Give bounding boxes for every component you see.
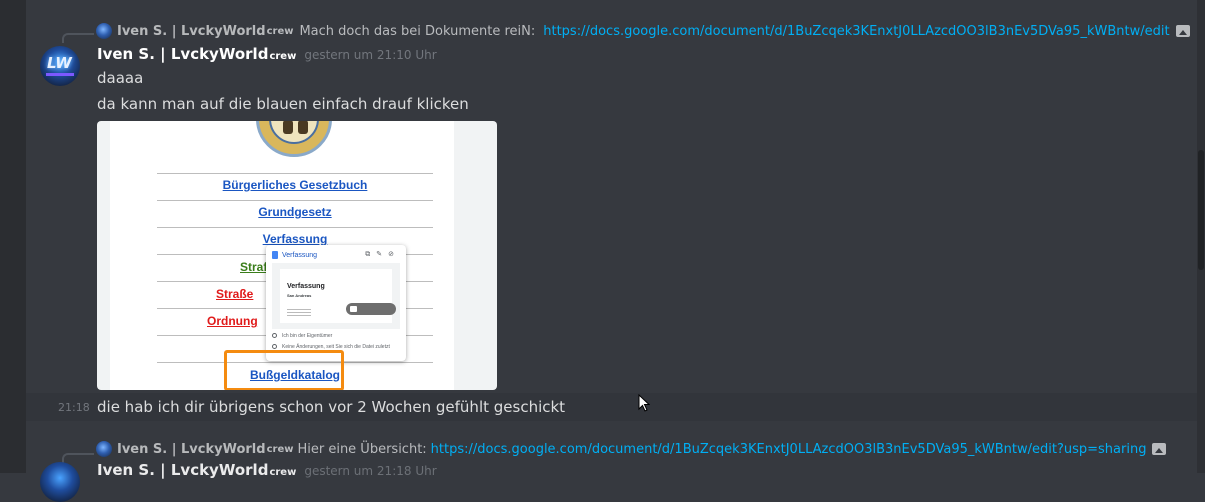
reply-link[interactable]: https://docs.google.com/document/d/1BuZc… [543,24,1169,39]
server-sidebar-edge [0,0,26,473]
reply-spine [62,33,94,43]
doc-link[interactable]: Grundgesetz [157,205,433,219]
person-icon [272,333,277,339]
crew-tag: crew [269,51,297,62]
avatar-text: LW [47,54,72,72]
seal-emblem [256,121,332,157]
owner-text: Ich bin der Eigentümer [282,333,333,339]
reply-reference[interactable]: Iven S. | LvckyWorld crew Mach doch das … [96,19,1190,43]
seal-figure [283,121,293,134]
message-text: die hab ich dir übrigens schon vor 2 Woc… [97,398,566,416]
preview-box: Verfassung San Andreas [272,263,400,329]
message-header: Iven S. | LvckyWorld crew gestern um 21:… [97,461,437,479]
divider [157,227,433,228]
message-text: daaaa [97,69,144,87]
divider [157,200,433,201]
crew-tag: crew [266,25,294,37]
message-text: da kann man auf die blauen einfach drauf… [97,95,469,113]
image-attachment[interactable]: Bürgerliches Gesetzbuch Grundgesetz Verf… [97,121,497,390]
reply-link[interactable]: https://docs.google.com/document/d/1BuZc… [431,442,1147,457]
username[interactable]: Iven S. | LvckyWorld [97,461,268,479]
timestamp[interactable]: gestern um 21:18 Uhr [304,464,436,478]
image-icon [1175,25,1190,37]
reply-text: Mach doch das bei Dokumente reiN: [299,23,536,39]
side-timestamp[interactable]: 21:18 [58,401,90,414]
avatar[interactable] [40,462,80,502]
history-icon [272,344,277,350]
popup-actions: ⧉✎⊘ [365,250,400,259]
reply-spine [62,453,94,463]
image-icon [1152,443,1167,455]
preview-subtitle: San Andreas [287,293,312,298]
preview-chip [346,303,396,315]
reply-reference[interactable]: Iven S. | LvckyWorld crew Hier eine Über… [96,437,1167,461]
timestamp[interactable]: gestern um 21:10 Uhr [304,48,436,62]
seal-inner [269,121,319,144]
copy-icon[interactable]: ⧉ [365,250,376,258]
crew-tag: crew [266,443,294,455]
owner-row: Ich bin der Eigentümer [272,333,332,339]
scrollbar-thumb[interactable] [1198,150,1204,270]
reply-author[interactable]: Iven S. | LvckyWorld [117,24,266,39]
seal-figure [298,121,308,134]
preview-title: Verfassung [287,283,325,290]
unlink-icon[interactable]: ⊘ [388,250,400,258]
doc-link[interactable]: Verfassung [157,232,433,246]
doc-link[interactable]: Bürgerliches Gesetzbuch [157,178,433,192]
popup-title[interactable]: Verfassung [272,251,317,259]
doc-icon [272,251,278,259]
divider [157,173,433,174]
reply-avatar [96,441,112,457]
message-header: Iven S. | LvckyWorld crew gestern um 21:… [97,45,437,63]
reply-author[interactable]: Iven S. | LvckyWorld [117,442,266,457]
highlight-box [224,350,344,390]
username[interactable]: Iven S. | LvckyWorld [97,45,268,63]
popup-title-text: Verfassung [282,251,318,259]
avatar-bar [46,73,74,76]
preview-card: Verfassung San Andreas [280,269,396,323]
link-preview-popup: Verfassung ⧉✎⊘ Verfassung San Andreas Ic… [266,245,406,361]
reply-avatar [96,23,112,39]
avatar[interactable]: LW [40,46,80,86]
edit-icon[interactable]: ✎ [376,250,388,258]
reply-text: Hier eine Übersicht: [297,441,427,457]
preview-lines [287,309,311,310]
